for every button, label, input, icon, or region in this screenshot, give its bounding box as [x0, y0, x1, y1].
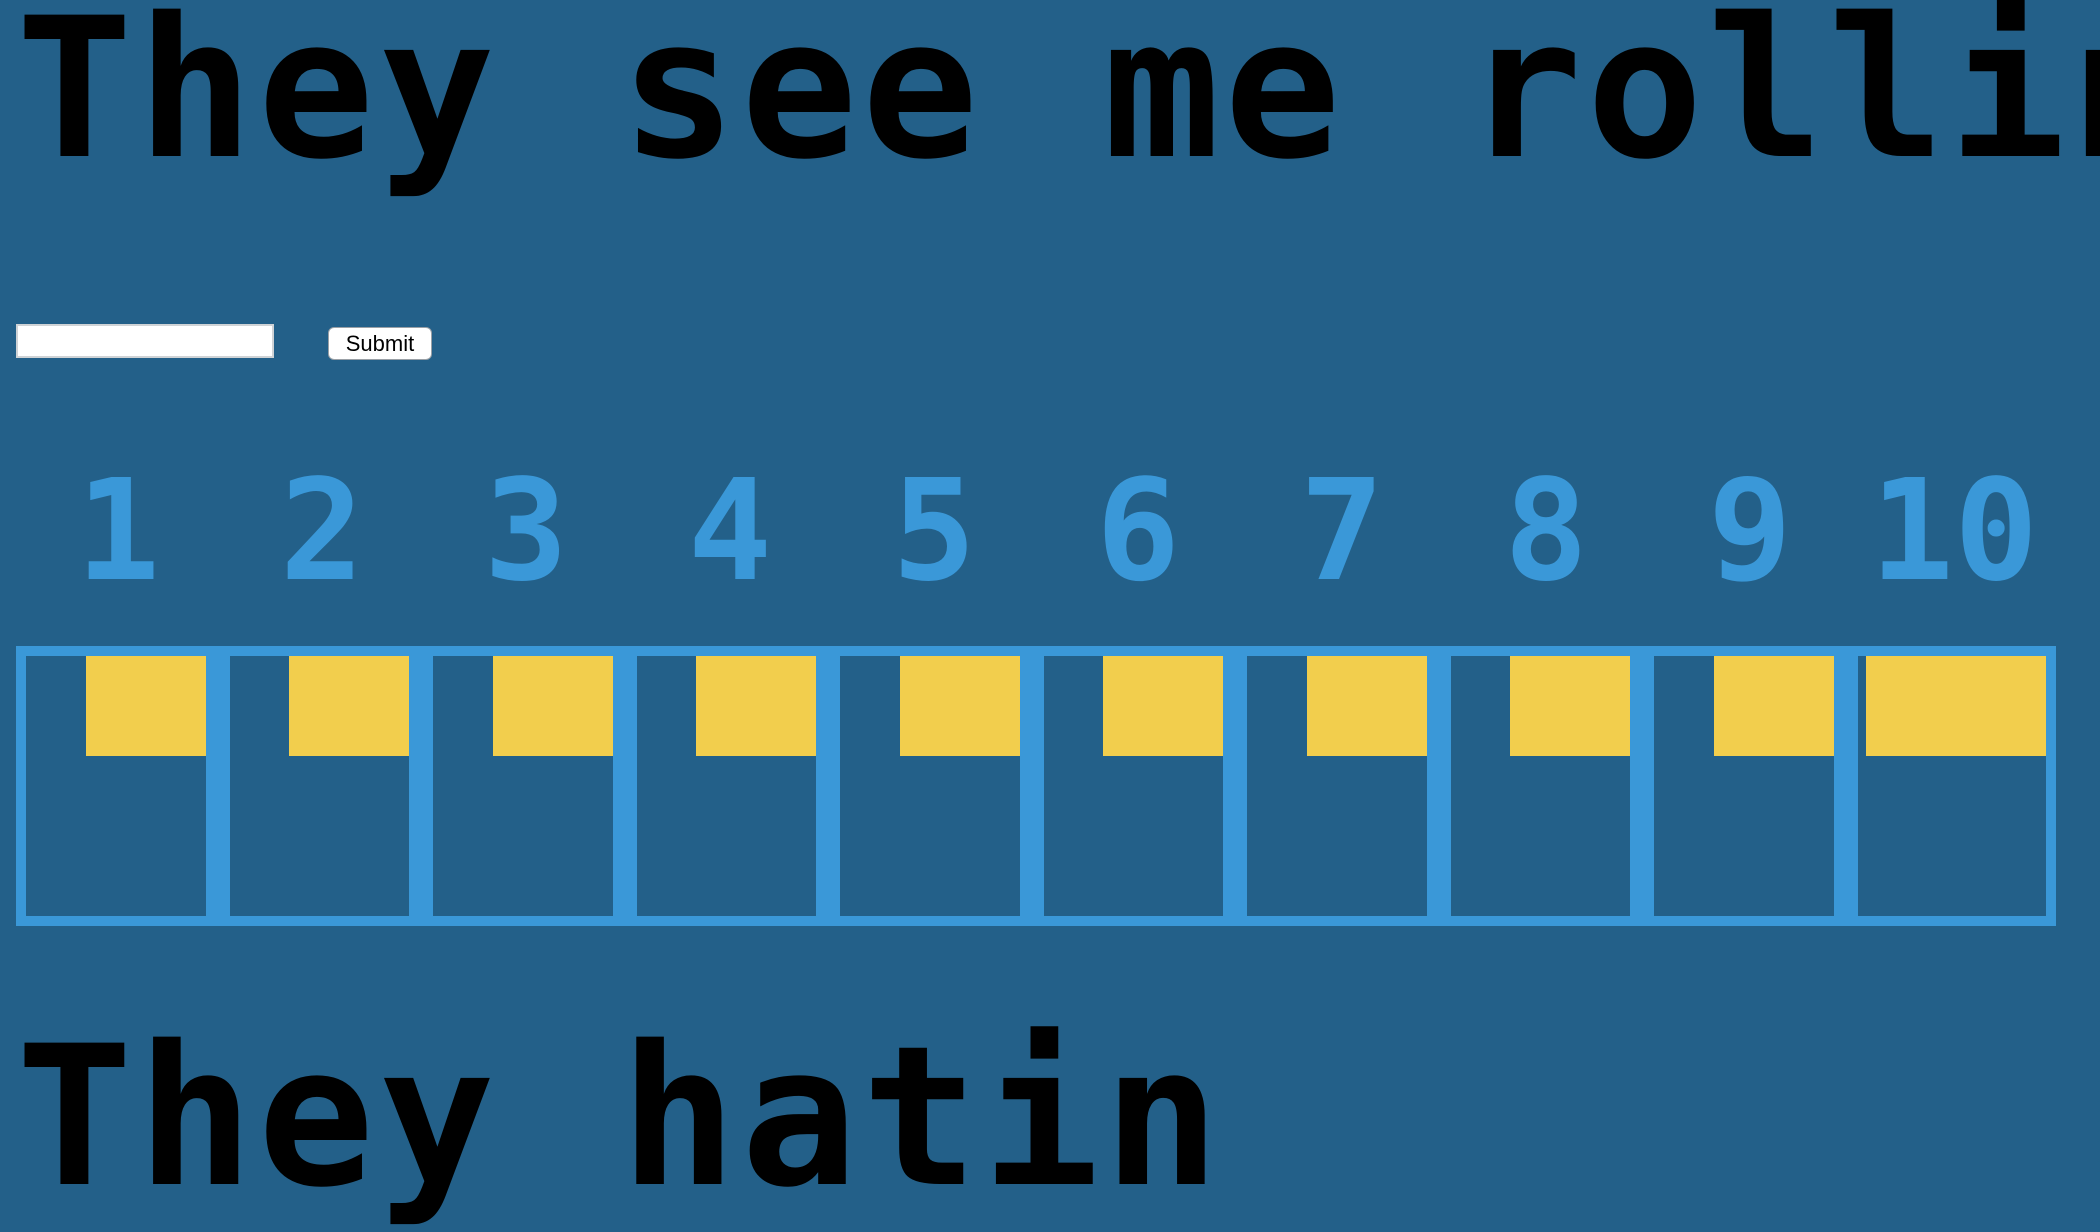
frame-8 — [1450, 656, 1630, 916]
frame-3 — [433, 656, 613, 916]
frame-10 — [1857, 656, 2046, 916]
frame-score-box — [1865, 656, 2046, 756]
frame-score-box — [492, 656, 613, 756]
frame-score-box — [696, 656, 816, 756]
frame-number-7: 7 — [1299, 450, 1385, 613]
page-title: They see me rollin — [16, 0, 2100, 202]
frame-number-3: 3 — [483, 450, 569, 613]
frame-number-8: 8 — [1503, 450, 1589, 613]
frame-score-box — [289, 656, 409, 756]
frame-score-box — [85, 656, 206, 756]
submit-button[interactable]: Submit — [328, 327, 432, 360]
frame-number-1: 1 — [75, 450, 161, 613]
frame-number-10: 10 — [1869, 450, 2039, 613]
frame-2 — [229, 656, 409, 916]
frame-5 — [840, 656, 1020, 916]
frame-9 — [1654, 656, 1834, 916]
frame-number-9: 9 — [1707, 450, 1793, 613]
frame-score-box — [1306, 656, 1427, 756]
footer-title: They hatin — [16, 1004, 1224, 1230]
frame-number-6: 6 — [1095, 450, 1181, 613]
frame-number-2: 2 — [279, 450, 365, 613]
frame-number-4: 4 — [687, 450, 773, 613]
frame-7 — [1247, 656, 1427, 916]
frame-score-box — [1103, 656, 1223, 756]
frame-number-5: 5 — [891, 450, 977, 613]
frame-6 — [1043, 656, 1223, 916]
frame-number-row: 1 2 3 4 5 6 7 8 9 10 — [16, 462, 2056, 602]
scoreboard — [16, 646, 2056, 926]
frame-score-box — [1510, 656, 1630, 756]
frame-4 — [636, 656, 816, 916]
roll-input[interactable] — [16, 324, 274, 358]
frame-1 — [26, 656, 206, 916]
frame-score-box — [1713, 656, 1834, 756]
frame-score-box — [899, 656, 1020, 756]
